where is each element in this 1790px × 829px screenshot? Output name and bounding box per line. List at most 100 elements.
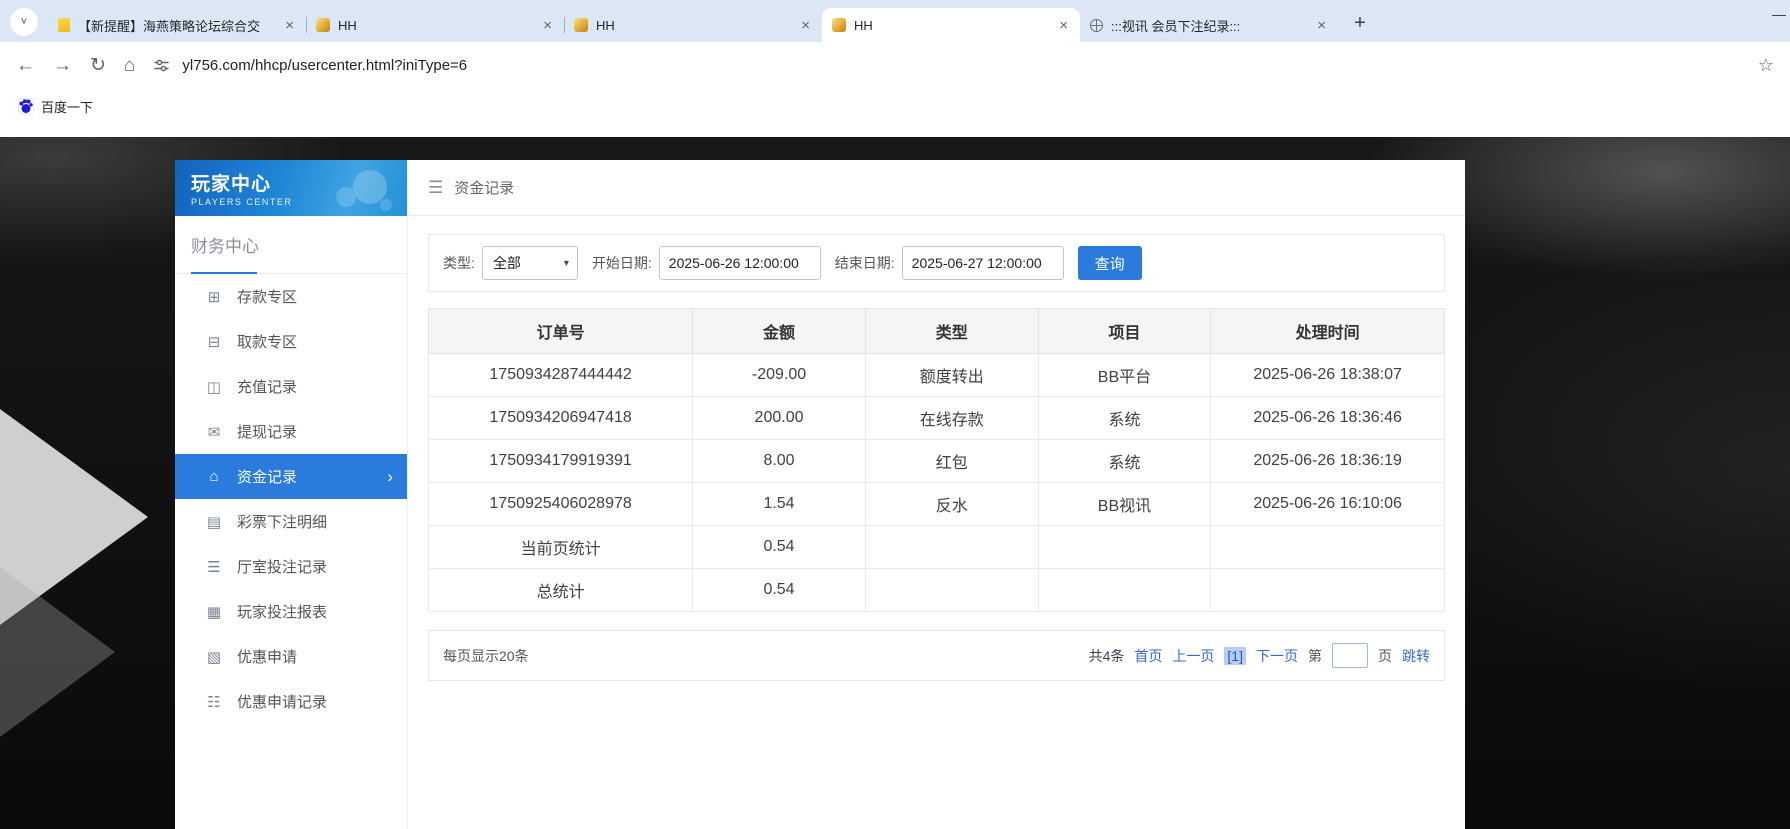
type-select-value: 全部 [493,253,521,273]
sidebar-item-deposit-area[interactable]: ⊞ 存款专区 [175,274,407,319]
column-header: 类型 [865,309,1038,354]
main-content: ☰ 资金记录 类型: 全部 ▾ 开始日期: 结束日期: 查询 [408,160,1465,829]
funds-records-icon: ⌂ [205,468,223,485]
sidebar-item-hall-bet-records[interactable]: ☰ 厅室投注记录 [175,544,407,589]
chevron-down-icon: ▾ [564,258,569,269]
cell-time [1211,569,1445,612]
cell-type: 红包 [865,440,1038,483]
page-size-text: 每页显示20条 [443,646,529,666]
cell-project: BB平台 [1038,354,1211,397]
chevron-down-icon: ˅ [21,16,27,28]
cell-type: 额度转出 [865,354,1038,397]
promo-apply-records-icon: ☷ [205,693,223,711]
tab-video-bet-records[interactable]: :::视讯 会员下注纪录::: × [1080,8,1338,42]
jump-page-input[interactable] [1332,643,1368,668]
sidebar-item-label: 资金记录 [237,466,297,487]
sidebar-item-label: 取款专区 [237,331,297,352]
tab-hh-3[interactable]: HH × [822,8,1080,42]
end-date-label: 结束日期: [835,253,895,273]
bookmarks-bar: 百度一下 [0,88,1790,124]
current-page-indicator: [1] [1224,647,1246,665]
sidebar-item-promo-apply-records[interactable]: ☷ 优惠申请记录 [175,679,407,724]
cell-time: 2025-06-26 18:36:46 [1211,397,1445,440]
home-icon[interactable]: ⌂ [124,56,135,75]
close-icon[interactable]: × [283,17,296,34]
sidebar-header: 玩家中心 PLAYERS CENTER [175,160,407,216]
filter-bar: 类型: 全部 ▾ 开始日期: 结束日期: 查询 [428,234,1445,292]
cell-amount: 0.54 [693,526,866,569]
back-icon[interactable]: ← [16,56,35,75]
url-text[interactable]: yl756.com/hhcp/usercenter.html?iniType=6 [182,57,467,74]
withdraw-area-icon: ⊟ [205,333,223,351]
tab-hh-1[interactable]: HH × [306,8,564,42]
tab-title: HH [596,18,791,33]
end-date-input[interactable] [902,246,1064,280]
cell-amount: -209.00 [693,354,866,397]
cell-amount: 0.54 [693,569,866,612]
jump-suffix-label: 页 [1378,646,1392,666]
bookmark-star-icon[interactable]: ☆ [1758,55,1774,76]
gold-coins-icon [574,18,588,32]
cell-order-id: 1750934287444442 [429,354,693,397]
first-page-link[interactable]: 首页 [1134,646,1162,666]
cell-type: 反水 [865,483,1038,526]
column-header: 处理时间 [1211,309,1445,354]
page-title: 资金记录 [454,177,514,198]
cell-amount: 8.00 [693,440,866,483]
user-center-panel: 玩家中心 PLAYERS CENTER 财务中心 ⊞ 存款专区 ⊟ [175,160,1465,829]
table-header-row: 订单号 金额 类型 项目 处理时间 [429,309,1445,354]
tab-title: HH [338,18,533,33]
tab-strip: ˅ 【新提醒】海燕策略论坛综合交 × HH × HH × HH [0,0,1790,42]
yellow-doc-icon [58,18,70,32]
type-select[interactable]: 全部 ▾ [482,246,578,280]
site-settings-icon[interactable] [153,57,170,74]
cell-order-id: 总统计 [429,569,693,612]
search-button[interactable]: 查询 [1078,246,1142,280]
finance-center-heading: 财务中心 [175,216,407,274]
cell-order-id: 1750934179919391 [429,440,693,483]
sidebar-item-label: 充值记录 [237,376,297,397]
close-icon[interactable]: × [1315,17,1328,34]
close-icon[interactable]: × [799,17,812,34]
bookmark-baidu[interactable]: 百度一下 [12,94,99,119]
column-header: 金额 [693,309,866,354]
start-date-label: 开始日期: [592,253,652,273]
tab-search-button[interactable]: ˅ [10,8,38,36]
prev-page-link[interactable]: 上一页 [1172,646,1214,666]
table-row: 当前页统计 0.54 [429,526,1445,569]
cell-time: 2025-06-26 18:36:19 [1211,440,1445,483]
forward-icon[interactable]: → [53,56,72,75]
new-tab-button[interactable]: + [1346,9,1374,37]
sidebar-item-player-bet-report[interactable]: ▦ 玩家投注报表 [175,589,407,634]
sidebar-item-recharge-records[interactable]: ◫ 充值记录 [175,364,407,409]
hall-bet-records-icon: ☰ [205,558,223,576]
sidebar: 玩家中心 PLAYERS CENTER 财务中心 ⊞ 存款专区 ⊟ [175,160,408,829]
table-row: 总统计 0.54 [429,569,1445,612]
start-date-input[interactable] [659,246,821,280]
globe-icon [1090,19,1103,32]
close-icon[interactable]: × [541,17,554,34]
sidebar-item-label: 存款专区 [237,286,297,307]
sidebar-item-withdraw-area[interactable]: ⊟ 取款专区 [175,319,407,364]
sidebar-item-withdrawal-records[interactable]: ✉ 提现记录 [175,409,407,454]
sidebar-item-promo-apply[interactable]: ▧ 优惠申请 [175,634,407,679]
address-bar: ← → ↻ ⌂ yl756.com/hhcp/usercenter.html?i… [0,42,1790,88]
page-viewport: 玩家中心 PLAYERS CENTER 财务中心 ⊞ 存款专区 ⊟ [0,124,1790,829]
table-row: 1750925406028978 1.54 反水 BB视讯 2025-06-26… [429,483,1445,526]
sidebar-item-funds-records[interactable]: ⌂ 资金记录 › [175,454,407,499]
funds-records-table: 订单号 金额 类型 项目 处理时间 [428,308,1445,612]
next-page-link[interactable]: 下一页 [1256,646,1298,666]
cell-type [865,526,1038,569]
minimize-button[interactable]: — [1772,6,1786,22]
tab-hh-2[interactable]: HH × [564,8,822,42]
jump-button[interactable]: 跳转 [1402,646,1430,666]
background-triangle-decoration-2 [0,567,115,737]
sidebar-item-label: 优惠申请记录 [237,691,327,712]
table-row: 1750934206947418 200.00 在线存款 系统 2025-06-… [429,397,1445,440]
table-row: 1750934287444442 -209.00 额度转出 BB平台 2025-… [429,354,1445,397]
reload-icon[interactable]: ↻ [90,56,106,75]
sidebar-item-lottery-bet-details[interactable]: ▤ 彩票下注明细 [175,499,407,544]
cell-time: 2025-06-26 16:10:06 [1211,483,1445,526]
tab-forum[interactable]: 【新提醒】海燕策略论坛综合交 × [48,8,306,42]
close-icon[interactable]: × [1057,17,1070,34]
